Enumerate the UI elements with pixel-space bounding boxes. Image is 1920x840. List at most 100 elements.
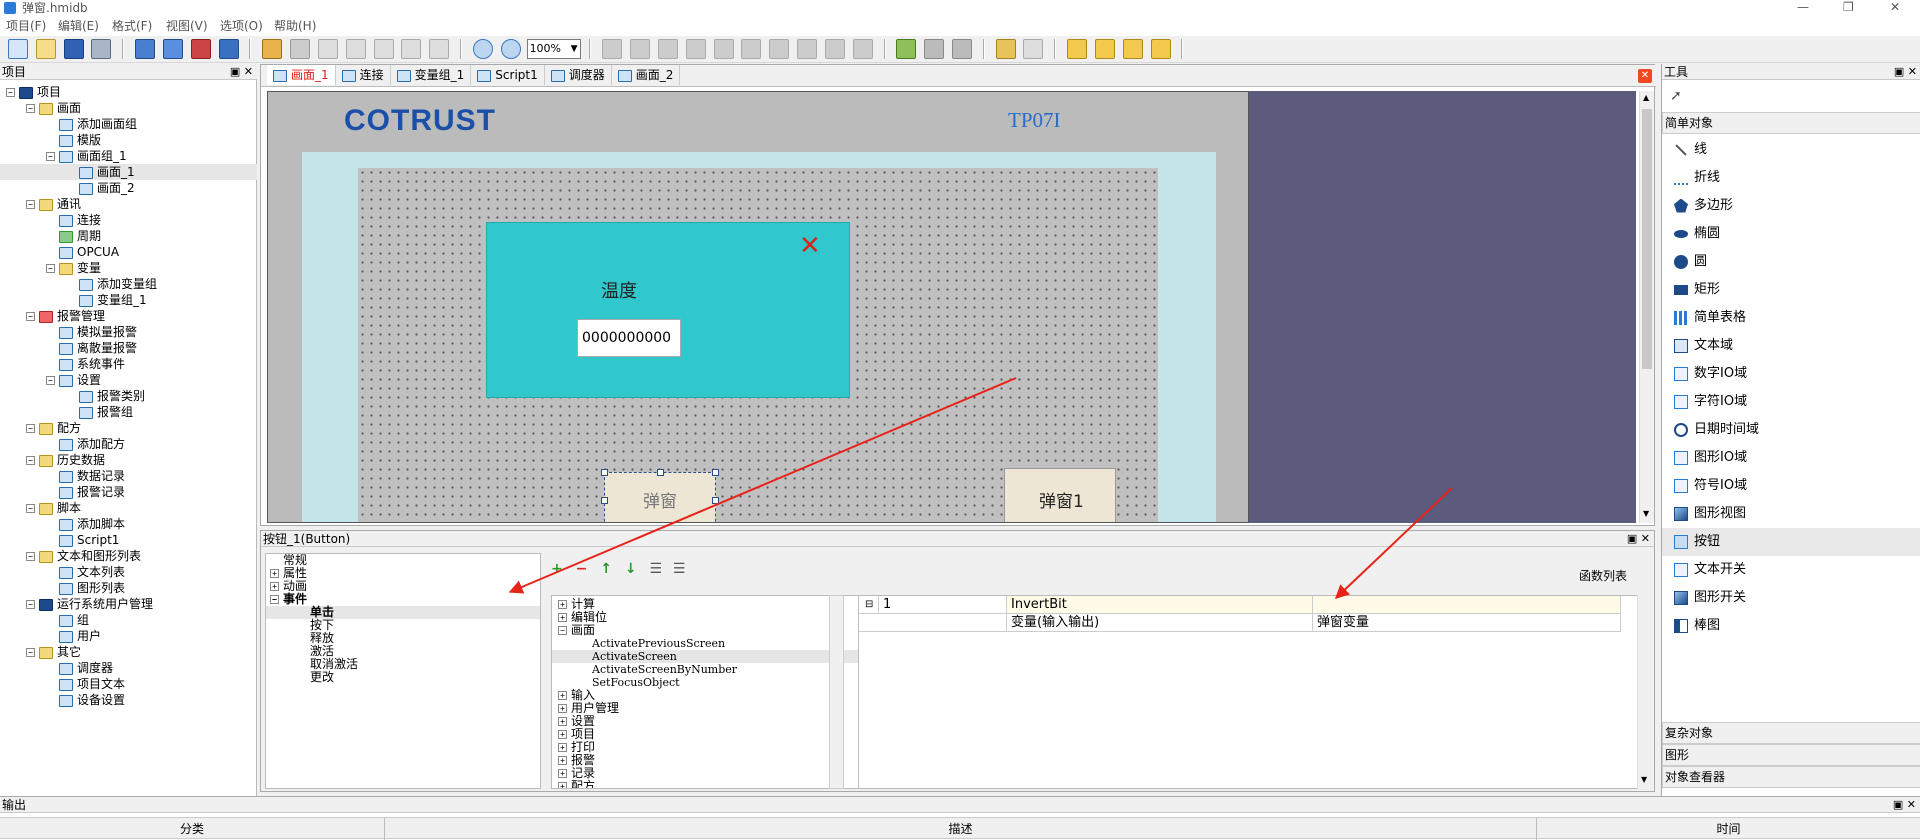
undo-icon[interactable] bbox=[262, 39, 283, 59]
close-icon[interactable]: ✕ bbox=[1907, 798, 1916, 811]
arrow-up-icon[interactable]: ↑ bbox=[600, 561, 612, 577]
bring-front-icon[interactable] bbox=[896, 39, 917, 59]
project-tree-item[interactable]: − 其它 bbox=[0, 644, 257, 660]
group-icon[interactable] bbox=[951, 39, 972, 59]
expand-toggle[interactable]: − bbox=[46, 152, 55, 161]
expand-toggle[interactable]: + bbox=[558, 769, 567, 778]
tab-1[interactable]: 连接 bbox=[336, 65, 391, 85]
expand-toggle[interactable]: + bbox=[558, 600, 567, 609]
tab-0[interactable]: 画面_1 bbox=[267, 65, 336, 85]
layer2-icon[interactable] bbox=[1094, 39, 1115, 59]
menu-view[interactable]: 视图(V) bbox=[166, 16, 208, 36]
resize-handle[interactable] bbox=[712, 469, 719, 476]
project-tree-item[interactable]: Script1 bbox=[0, 532, 257, 548]
close-icon[interactable]: ✕ bbox=[244, 65, 253, 78]
project-tree-item[interactable]: 系统事件 bbox=[0, 356, 257, 372]
cut-icon[interactable] bbox=[317, 39, 338, 59]
resize-handle[interactable] bbox=[657, 469, 664, 476]
property-category[interactable]: − 事件 bbox=[266, 593, 540, 606]
project-tree-item[interactable]: − 报警管理 bbox=[0, 308, 257, 324]
new-icon[interactable] bbox=[8, 39, 28, 59]
tool-item[interactable]: 多边形 bbox=[1662, 192, 1920, 220]
popup-value-field[interactable]: 0000000000 bbox=[577, 319, 681, 357]
expand-toggle[interactable]: − bbox=[558, 626, 567, 635]
align-left-icon[interactable] bbox=[602, 39, 623, 59]
project-tree-item[interactable]: 调度器 bbox=[0, 660, 257, 676]
close-window-button[interactable]: ✕ bbox=[1890, 0, 1900, 14]
align-right-icon[interactable] bbox=[657, 39, 678, 59]
project-tree-item[interactable]: − 配方 bbox=[0, 420, 257, 436]
project-tree-item[interactable]: − 变量 bbox=[0, 260, 257, 276]
event-item[interactable]: 单击 bbox=[266, 606, 540, 619]
tool-item[interactable]: 圆 bbox=[1662, 248, 1920, 276]
layer3-icon[interactable] bbox=[1122, 39, 1143, 59]
float-icon[interactable]: ▣ bbox=[230, 65, 240, 78]
project-tree-item[interactable]: 周期 bbox=[0, 228, 257, 244]
delete-icon[interactable] bbox=[401, 39, 422, 59]
scroll-thumb[interactable] bbox=[1642, 109, 1652, 369]
zoom-select[interactable]: 100% ▼ bbox=[526, 39, 581, 59]
grid-param-value[interactable]: 弹窗变量 bbox=[1313, 614, 1621, 632]
column-description[interactable]: 描述 bbox=[385, 818, 1537, 840]
tab-2[interactable]: 变量组_1 bbox=[391, 65, 472, 85]
expand-toggle[interactable]: + bbox=[558, 756, 567, 765]
popup1-button[interactable]: 弹窗1 bbox=[1004, 468, 1116, 522]
expand-toggle[interactable]: − bbox=[26, 200, 35, 209]
expand-toggle[interactable]: − bbox=[46, 264, 55, 273]
project-tree-item[interactable]: 添加脚本 bbox=[0, 516, 257, 532]
project-tree-item[interactable]: 报警类别 bbox=[0, 388, 257, 404]
menu-options[interactable]: 选项(O) bbox=[220, 16, 263, 36]
tool-item[interactable]: 图形IO域 bbox=[1662, 444, 1920, 472]
same-height-icon[interactable] bbox=[797, 39, 818, 59]
function-grid-scrollbar[interactable]: ▼ bbox=[1637, 595, 1652, 789]
tool-item[interactable]: 棒图 bbox=[1662, 612, 1920, 640]
expand-toggle[interactable]: − bbox=[26, 456, 35, 465]
open-icon[interactable] bbox=[35, 39, 56, 59]
project-tree-item[interactable]: 模拟量报警 bbox=[0, 324, 257, 340]
project-tree-item[interactable]: − 画面组_1 bbox=[0, 148, 257, 164]
same-size-icon[interactable] bbox=[824, 39, 845, 59]
resize-handle[interactable] bbox=[601, 497, 608, 504]
tool-item[interactable]: 文本域 bbox=[1662, 332, 1920, 360]
project-tree-item[interactable]: 连接 bbox=[0, 212, 257, 228]
tool-item[interactable]: 图形开关 bbox=[1662, 584, 1920, 612]
function-tree-scrollbar[interactable] bbox=[829, 595, 844, 789]
popup-button[interactable]: 弹窗 bbox=[601, 469, 719, 522]
tool-item[interactable]: 线 bbox=[1662, 136, 1920, 164]
expand-toggle[interactable]: + bbox=[270, 582, 279, 591]
float-icon[interactable]: ▣ bbox=[1893, 798, 1903, 811]
tool-item[interactable]: 字符IO域 bbox=[1662, 388, 1920, 416]
expand-toggle[interactable]: + bbox=[558, 704, 567, 713]
distribute-icon[interactable] bbox=[852, 39, 873, 59]
tool-item[interactable]: 数字IO域 bbox=[1662, 360, 1920, 388]
project-tree-item[interactable]: − 历史数据 bbox=[0, 452, 257, 468]
expand-toggle[interactable]: − bbox=[26, 552, 35, 561]
arrow-down-icon[interactable]: ↓ bbox=[625, 561, 637, 577]
expand-toggle[interactable]: + bbox=[558, 782, 567, 788]
expand-toggle[interactable]: − bbox=[270, 595, 279, 604]
expand-toggle[interactable]: − bbox=[26, 312, 35, 321]
menu-project[interactable]: 项目(F) bbox=[6, 16, 46, 36]
project-tree-item[interactable]: 变量组_1 bbox=[0, 292, 257, 308]
editor-scrollbar[interactable]: ▲ ▼ bbox=[1639, 91, 1654, 523]
project-tree-item[interactable]: 报警组 bbox=[0, 404, 257, 420]
tab-3[interactable]: Script1 bbox=[471, 65, 545, 85]
project-tree-item[interactable]: 组 bbox=[0, 612, 257, 628]
project-tree-item[interactable]: 模版 bbox=[0, 132, 257, 148]
close-icon[interactable]: ✕ bbox=[1641, 532, 1650, 545]
project-tree-item[interactable]: 添加画面组 bbox=[0, 116, 257, 132]
tool-item[interactable]: 文本开关 bbox=[1662, 556, 1920, 584]
property-category[interactable]: 常规 bbox=[266, 554, 540, 567]
tool-item[interactable]: 按钮 bbox=[1662, 528, 1920, 556]
remove-icon[interactable]: − bbox=[576, 561, 588, 577]
event-item[interactable]: 按下 bbox=[266, 619, 540, 632]
column-category[interactable]: 分类 bbox=[0, 818, 385, 840]
minimize-button[interactable]: — bbox=[1797, 0, 1809, 14]
tools-section[interactable]: 复杂对象 bbox=[1662, 722, 1920, 744]
expand-toggle[interactable]: + bbox=[558, 730, 567, 739]
project-tree-item[interactable]: − 文本和图形列表 bbox=[0, 548, 257, 564]
transfer-icon[interactable] bbox=[218, 39, 239, 59]
event-item[interactable]: 激活 bbox=[266, 645, 540, 658]
project-tree-item[interactable]: − 运行系统用户管理 bbox=[0, 596, 257, 612]
tool-item[interactable]: 矩形 bbox=[1662, 276, 1920, 304]
